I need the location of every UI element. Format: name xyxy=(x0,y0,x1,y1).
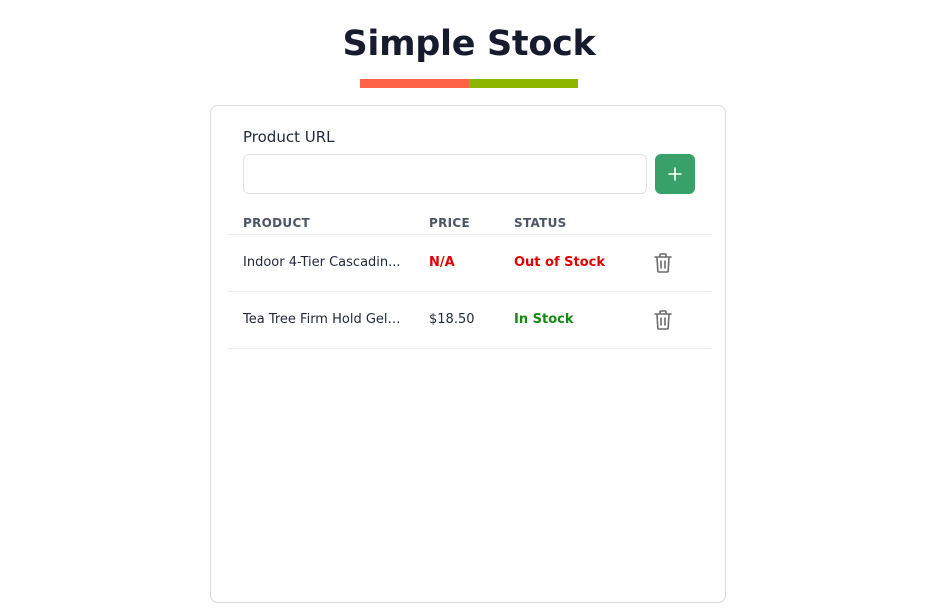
product-price: $18.50 xyxy=(429,312,475,327)
trash-icon[interactable] xyxy=(652,252,674,274)
trash-icon[interactable] xyxy=(652,309,674,331)
product-status: In Stock xyxy=(514,312,574,327)
table-header: Product Price Status xyxy=(228,214,711,235)
product-url-input[interactable] xyxy=(243,154,647,194)
plus-icon xyxy=(667,166,683,182)
title-underline-red xyxy=(360,79,469,88)
product-status: Out of Stock xyxy=(514,255,606,270)
column-header-status: Status xyxy=(514,216,567,230)
title-underline xyxy=(360,79,578,88)
title-underline-green xyxy=(469,79,578,88)
page-title: Simple Stock xyxy=(342,24,596,64)
table-row: Indoor 4-Tier Cascadin... N/A Out of Sto… xyxy=(228,235,711,292)
product-price: N/A xyxy=(429,255,455,270)
product-name: Indoor 4-Tier Cascadin... xyxy=(243,255,401,270)
product-url-label: Product URL xyxy=(243,128,335,146)
column-header-product: Product xyxy=(243,216,311,230)
column-header-price: Price xyxy=(429,216,471,230)
page: Simple Stock Product URL Product Price S… xyxy=(0,0,944,611)
table-row: Tea Tree Firm Hold Gel,... $18.50 In Sto… xyxy=(228,292,711,349)
stock-card: Product URL Product Price Status Indoor … xyxy=(210,105,726,603)
add-product-button[interactable] xyxy=(655,154,695,194)
product-name: Tea Tree Firm Hold Gel,... xyxy=(243,312,401,327)
